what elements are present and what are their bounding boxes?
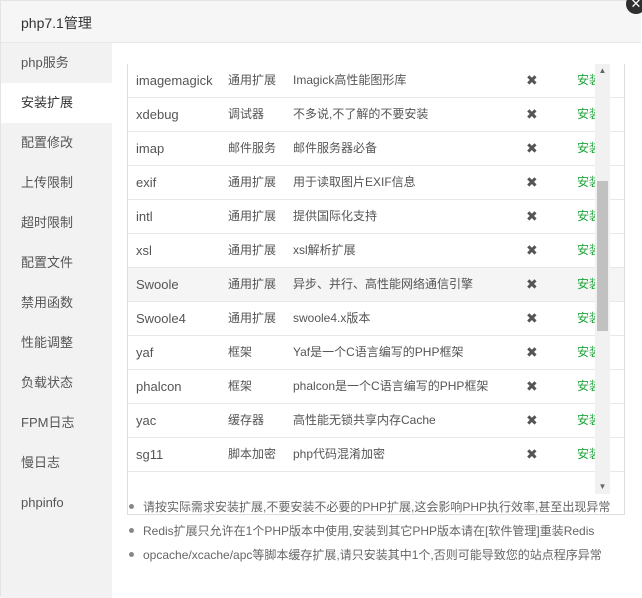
extension-description: phalcon是一个C语言编写的PHP框架 [293,379,489,393]
sidebar-item-install-extensions[interactable]: 安装扩展 [1,83,112,123]
extension-type: 通用扩展 [228,311,277,325]
sidebar-item-load-status[interactable]: 负载状态 [1,363,112,403]
help-note-text: opcache/xcache/apc等脚本缓存扩展,请只安装其中1个,否则可能导… [143,548,602,562]
sidebar: php服务 安装扩展 配置修改 上传限制 超时限制 配置文件 禁用函数 性能调整… [1,43,112,598]
extension-description: 提供国际化支持 [293,209,378,223]
extension-type: 通用扩展 [228,73,277,87]
extension-description: 高性能无锁共享内存Cache [293,413,436,427]
content-panel: imagemagick 通用扩展 Imagick高性能图形库 ✖ 安装 xdeb… [112,43,641,598]
scroll-down-arrow-icon[interactable]: ▼ [595,480,610,494]
extension-type: 调试器 [228,107,265,121]
sidebar-item-upload-limit[interactable]: 上传限制 [1,163,112,203]
extension-name: sg11 [136,447,164,462]
extension-name: imagemagick [136,73,213,88]
extension-name: yaf [136,345,154,360]
extension-name: phalcon [136,379,182,394]
sidebar-item-slow-log[interactable]: 慢日志 [1,443,112,483]
sidebar-item-php-service[interactable]: php服务 [1,43,112,83]
not-installed-icon: ✖ [526,378,538,394]
table-row: imap 邮件服务 邮件服务器必备 ✖ 安装 [128,131,624,165]
table-row: yac 缓存器 高性能无锁共享内存Cache ✖ 安装 [128,403,624,437]
extension-type: 通用扩展 [228,175,277,189]
extension-name: xsl [136,243,152,258]
extension-name: xdebug [136,107,179,122]
extension-description: php代码混淆加密 [293,447,386,461]
table-row: xsl 通用扩展 xsl解析扩展 ✖ 安装 [128,233,624,267]
extension-description: 用于读取图片EXIF信息 [293,175,416,189]
table-row: yaf 框架 Yaf是一个C语言编写的PHP框架 ✖ 安装 [128,335,624,369]
extension-type: 通用扩展 [228,243,277,257]
extension-type: 通用扩展 [228,209,277,223]
extension-type: 脚本加密 [228,447,277,461]
php-manager-dialog: php7.1管理 php服务 安装扩展 配置修改 上传限制 超时限制 配置文件 … [0,0,641,598]
sidebar-item-timeout-limit[interactable]: 超时限制 [1,203,112,243]
extension-description: Imagick高性能图形库 [293,73,407,87]
table-row: xdebug 调试器 不多说,不了解的不要安装 ✖ 安装 [128,97,624,131]
not-installed-icon: ✖ [526,106,538,122]
dialog-title: php7.1管理 [21,15,92,31]
extension-type: 缓存器 [228,413,265,427]
not-installed-icon: ✖ [526,140,538,156]
table-row: intl 通用扩展 提供国际化支持 ✖ 安装 [128,199,624,233]
scroll-up-arrow-icon[interactable]: ▲ [595,64,610,78]
extension-name: imap [136,141,165,156]
extension-description: 不多说,不了解的不要安装 [293,107,429,121]
help-note: opcache/xcache/apc等脚本缓存扩展,请只安装其中1个,否则可能导… [127,543,637,567]
not-installed-icon: ✖ [526,242,538,258]
not-installed-icon: ✖ [526,208,538,224]
help-note: Redis扩展只允许在1个PHP版本中使用,安装到其它PHP版本请在[软件管理]… [127,519,637,543]
extension-description: xsl解析扩展 [293,243,356,257]
extension-description: Yaf是一个C语言编写的PHP框架 [293,345,464,359]
extension-name: intl [136,209,153,224]
table-row: exif 通用扩展 用于读取图片EXIF信息 ✖ 安装 [128,165,624,199]
extension-description: swoole4.x版本 [293,311,371,325]
extension-name: exif [136,175,157,190]
help-note-text: 请按实际需求安装扩展,不要安装不必要的PHP扩展,这会影响PHP执行效率,甚至出… [143,500,611,514]
dialog-titlebar: php7.1管理 [1,1,641,43]
table-row: Swoole4 通用扩展 swoole4.x版本 ✖ 安装 [128,301,624,335]
not-installed-icon: ✖ [526,446,538,462]
extension-description: 异步、并行、高性能网络通信引擎 [293,277,474,291]
extension-description: 邮件服务器必备 [293,141,378,155]
help-note: 请按实际需求安装扩展,不要安装不必要的PHP扩展,这会影响PHP执行效率,甚至出… [127,495,637,519]
sidebar-item-disabled-functions[interactable]: 禁用函数 [1,283,112,323]
not-installed-icon: ✖ [526,412,538,428]
help-note-text: Redis扩展只允许在1个PHP版本中使用,安装到其它PHP版本请在[软件管理]… [143,524,595,538]
not-installed-icon: ✖ [526,276,538,292]
table-scrollbar[interactable]: ▲ ▼ [595,64,610,494]
table-row: sg11 脚本加密 php代码混淆加密 ✖ 安装 [128,437,624,471]
extension-name: Swoole4 [136,311,186,326]
extension-type: 框架 [228,345,253,359]
table-row: phalcon 框架 phalcon是一个C语言编写的PHP框架 ✖ 安装 [128,369,624,403]
not-installed-icon: ✖ [526,344,538,360]
sidebar-item-config-edit[interactable]: 配置修改 [1,123,112,163]
not-installed-icon: ✖ [526,72,538,88]
not-installed-icon: ✖ [526,310,538,326]
table-row: Swoole 通用扩展 异步、并行、高性能网络通信引擎 ✖ 安装 [128,267,624,301]
table-row: imagemagick 通用扩展 Imagick高性能图形库 ✖ 安装 [128,64,624,97]
sidebar-item-phpinfo[interactable]: phpinfo [1,483,112,523]
extension-name: yac [136,413,157,428]
sidebar-item-config-file[interactable]: 配置文件 [1,243,112,283]
extensions-table[interactable]: imagemagick 通用扩展 Imagick高性能图形库 ✖ 安装 xdeb… [127,64,625,515]
scrollbar-thumb[interactable] [597,181,608,331]
bullet-icon [129,528,134,533]
extension-type: 邮件服务 [228,141,277,155]
extension-type: 通用扩展 [228,277,277,291]
bullet-icon [129,504,134,509]
bullet-icon [129,552,134,557]
help-notes: 请按实际需求安装扩展,不要安装不必要的PHP扩展,这会影响PHP执行效率,甚至出… [127,495,637,567]
sidebar-item-performance-tuning[interactable]: 性能调整 [1,323,112,363]
extension-type: 框架 [228,379,253,393]
extension-name: Swoole [136,277,179,292]
not-installed-icon: ✖ [526,174,538,190]
sidebar-item-fpm-log[interactable]: FPM日志 [1,403,112,443]
